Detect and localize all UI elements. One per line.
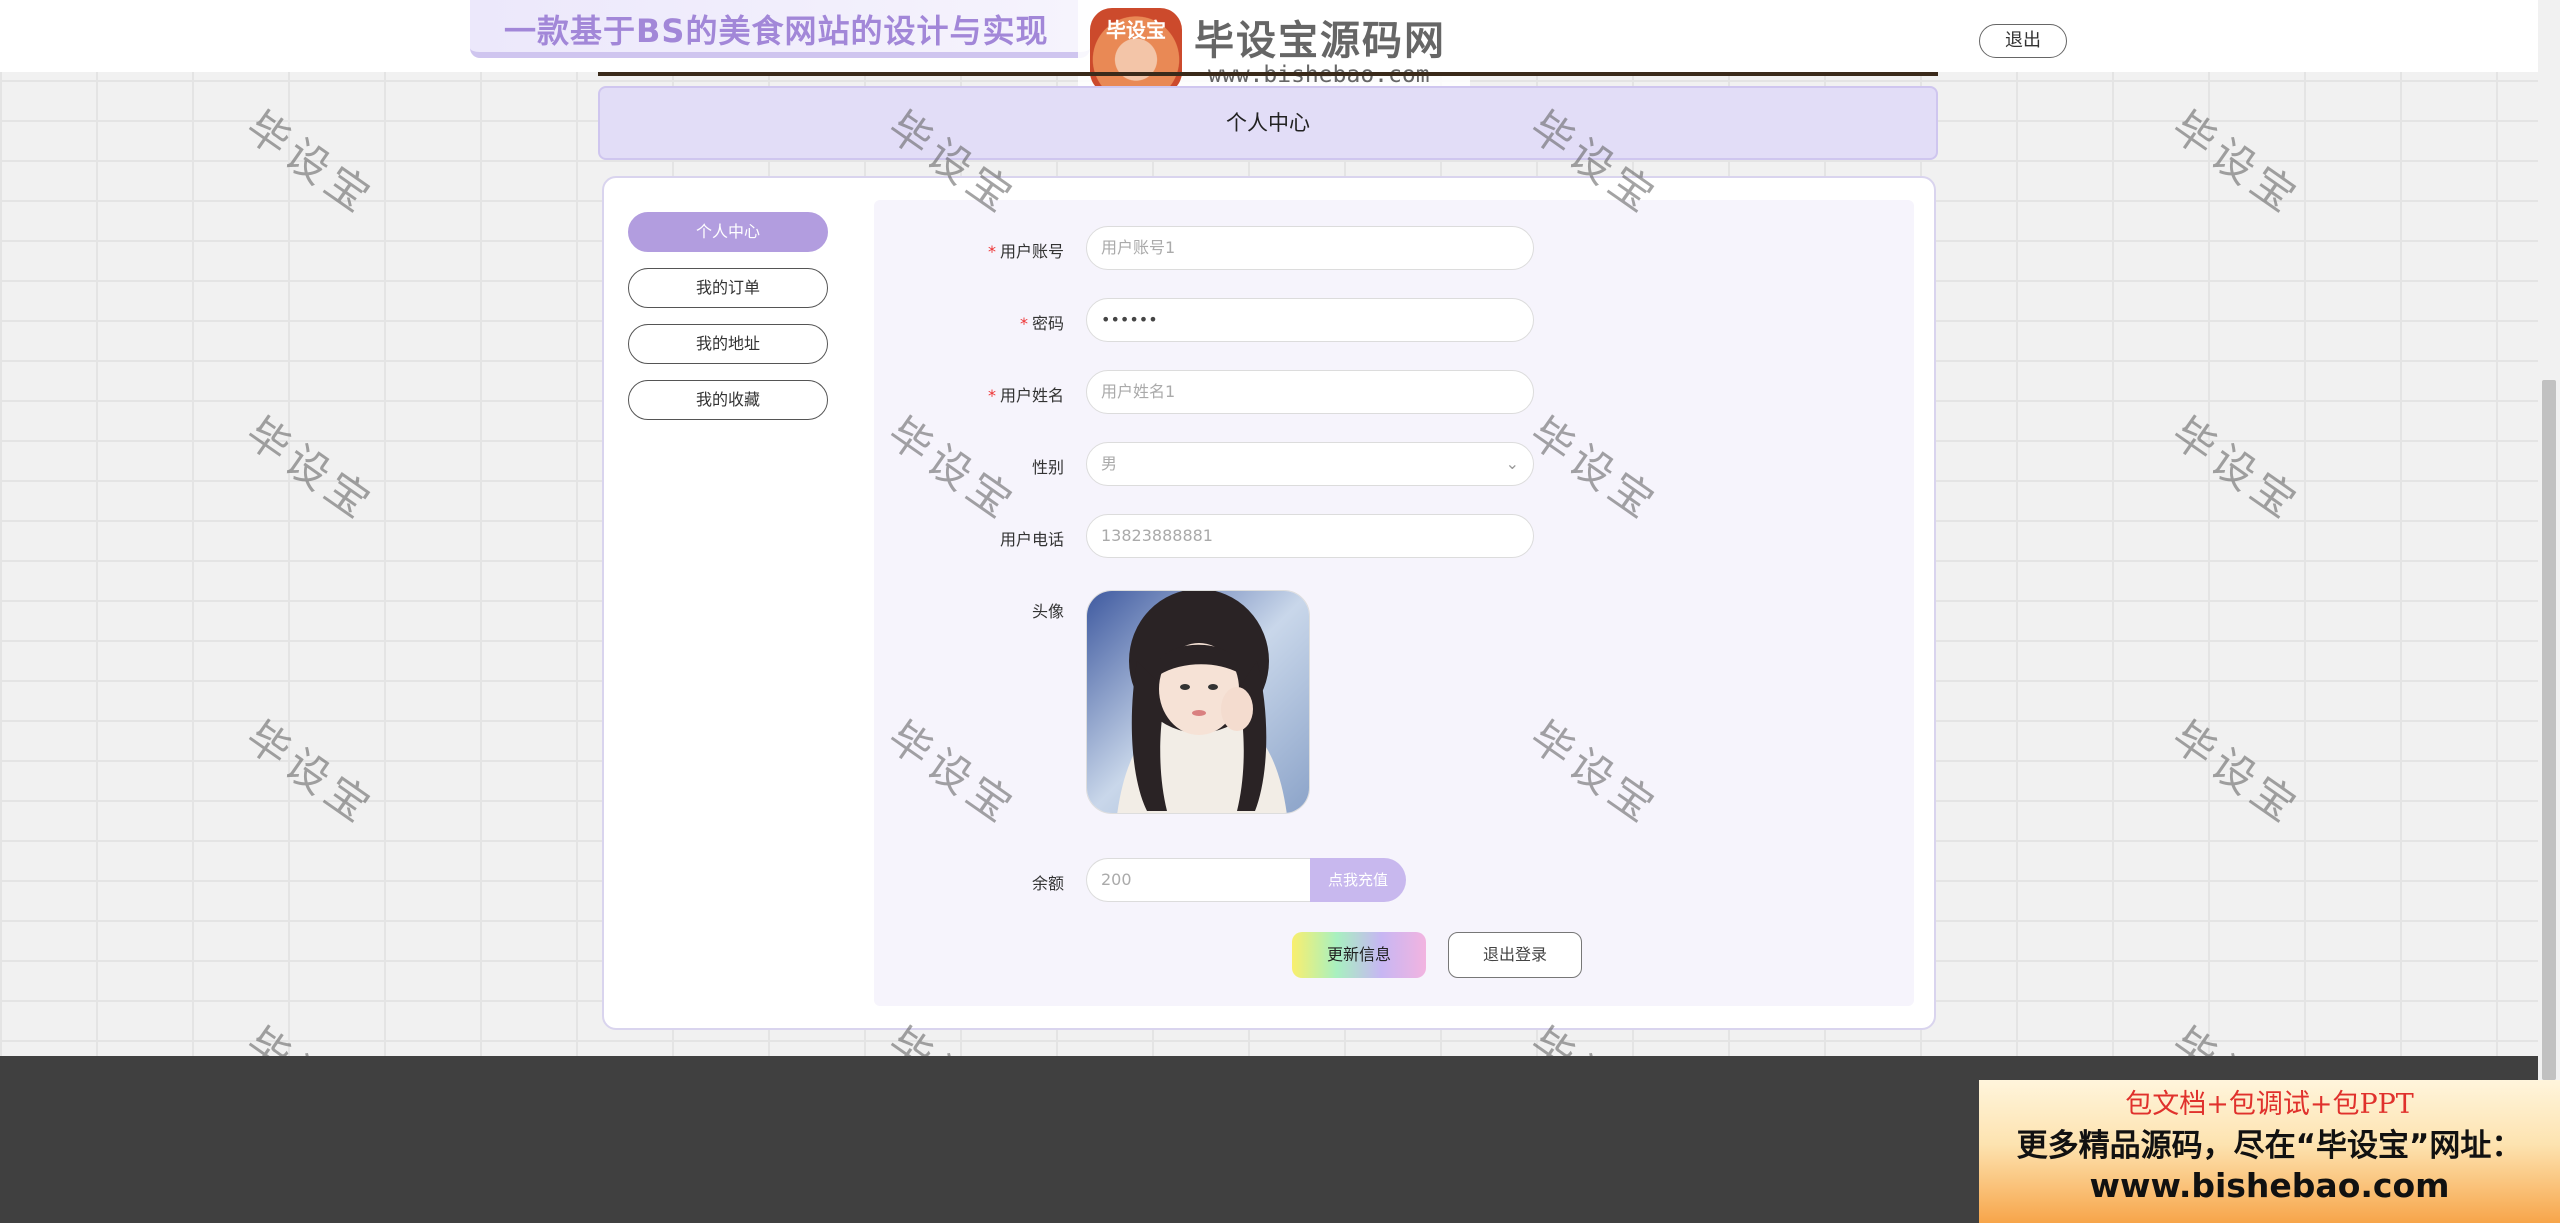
top-bar: 一款基于BS的美食网站的设计与实现 毕设宝 毕设宝源码网 www.bisheba…	[0, 0, 2538, 104]
promo-banner[interactable]: 包文档+包调试+包PPT 更多精品源码，尽在“毕设宝”网址： www.bishe…	[1979, 1080, 2560, 1223]
name-input[interactable]: 用户姓名1	[1086, 370, 1534, 414]
required-mark: *	[1019, 314, 1028, 333]
sidebar-item-address[interactable]: 我的地址	[628, 324, 828, 364]
promo-line-1: 包文档+包调试+包PPT	[2125, 1089, 2414, 1120]
watermark-text: 毕设宝	[2163, 407, 2310, 531]
page-title: 个人中心	[598, 86, 1938, 160]
sidebar-item-favorites[interactable]: 我的收藏	[628, 380, 828, 420]
watermark-text: 毕设宝	[237, 101, 384, 225]
page-scrollbar[interactable]	[2538, 0, 2560, 1080]
logo-text: 毕设宝源码网	[1194, 18, 1446, 64]
watermark-text: 毕设宝	[237, 711, 384, 835]
avatar-label: 头像	[1031, 602, 1064, 621]
promo-url: www.bishebao.com	[2089, 1166, 2450, 1205]
required-mark: *	[987, 386, 996, 405]
profile-form: * 用户账号 用户账号1 * 密码 •••••• * 用户姓名 用户姓名1 性别 男 …	[874, 200, 1914, 1006]
promo-line-2: 更多精品源码，尽在“毕设宝”网址：	[2016, 1128, 2523, 1164]
chevron-down-icon: ⌄	[1505, 454, 1519, 473]
logo-badge-icon: 毕设宝	[1090, 8, 1182, 94]
password-label: * 密码	[1019, 314, 1064, 333]
phone-label: 用户电话	[999, 530, 1064, 549]
watermark-text: 毕设宝	[2163, 101, 2310, 225]
password-input[interactable]: ••••••	[1086, 298, 1534, 342]
site-title-banner: 一款基于BS的美食网站的设计与实现	[470, 0, 1090, 58]
account-label: * 用户账号	[987, 242, 1064, 261]
recharge-button[interactable]: 点我充值	[1310, 858, 1406, 902]
gender-select[interactable]: 男 ⌄	[1086, 442, 1534, 486]
banner-image-edge	[598, 72, 1938, 76]
update-info-button[interactable]: 更新信息	[1292, 932, 1426, 978]
gender-label: 性别	[1031, 458, 1064, 477]
required-mark: *	[987, 242, 996, 261]
site-title: 一款基于BS的美食网站的设计与实现	[504, 12, 1049, 50]
logout-button[interactable]: 退出登录	[1448, 932, 1582, 978]
gender-value: 男	[1101, 454, 1118, 473]
sidebar-item-orders[interactable]: 我的订单	[628, 268, 828, 308]
phone-input[interactable]: 13823888881	[1086, 514, 1534, 558]
watermark-text: 毕设宝	[237, 407, 384, 531]
balance-label: 余额	[1031, 874, 1064, 893]
sidebar-item-profile[interactable]: 个人中心	[628, 212, 828, 252]
account-input[interactable]: 用户账号1	[1086, 226, 1534, 270]
avatar-image[interactable]	[1086, 590, 1310, 814]
header-logout-button[interactable]: 退出	[1979, 24, 2067, 58]
scrollbar-thumb[interactable]	[2542, 380, 2556, 1080]
avatar-photo	[1087, 591, 1309, 813]
profile-container: 个人中心 我的订单 我的地址 我的收藏 * 用户账号 用户账号1 * 密码 ••••…	[602, 176, 1936, 1030]
name-label: * 用户姓名	[987, 386, 1064, 405]
watermark-text: 毕设宝	[2163, 711, 2310, 835]
balance-input: 200	[1086, 858, 1310, 902]
logo-badge-text: 毕设宝	[1106, 18, 1166, 42]
